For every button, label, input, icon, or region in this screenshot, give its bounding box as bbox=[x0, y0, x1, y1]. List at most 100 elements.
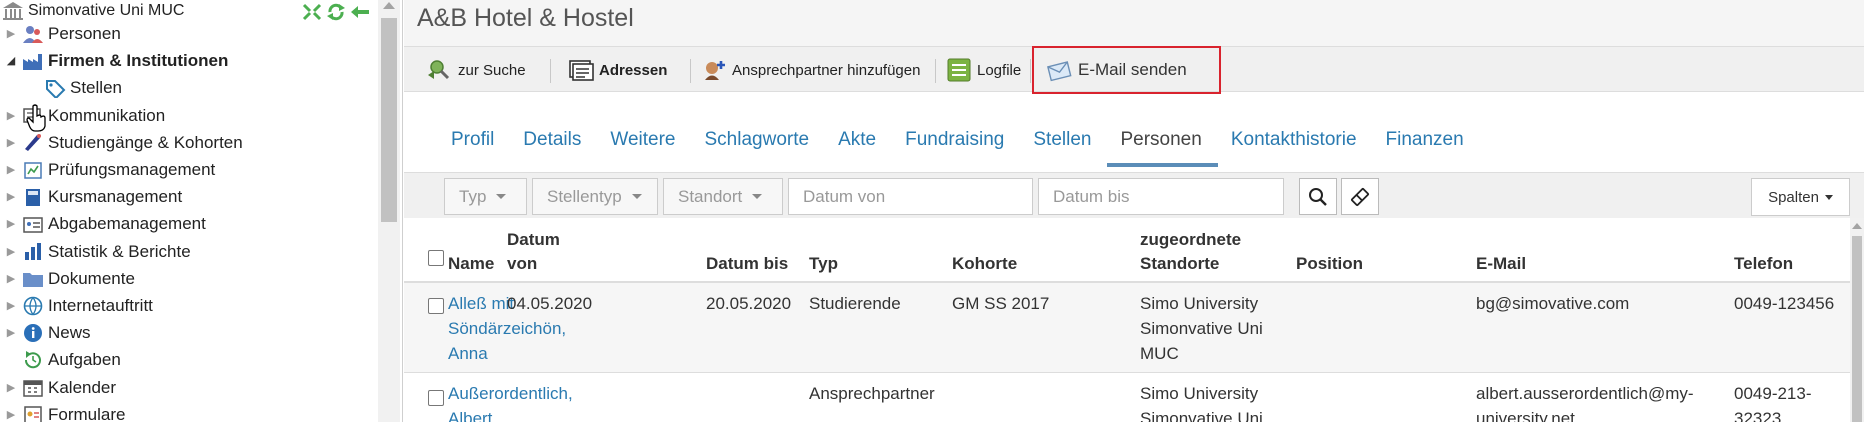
table-row[interactable]: Außerordentlich, Albert Ansprechpartner … bbox=[404, 373, 1850, 422]
scroll-up-arrow-icon[interactable] bbox=[1852, 223, 1862, 229]
hand-cursor-icon bbox=[26, 104, 46, 132]
row-checkbox[interactable] bbox=[428, 390, 444, 406]
tab-kontakthistorie[interactable]: Kontakthistorie bbox=[1218, 125, 1373, 165]
header-typ[interactable]: Typ bbox=[809, 252, 838, 276]
tab-profil[interactable]: Profil bbox=[438, 125, 510, 165]
collapsed-triangle-icon[interactable]: ▶ bbox=[0, 102, 22, 129]
collapsed-triangle-icon[interactable]: ▶ bbox=[0, 210, 22, 237]
typ-filter-select[interactable]: Typ bbox=[444, 178, 527, 215]
tab-weitere[interactable]: Weitere bbox=[597, 125, 691, 165]
form-icon bbox=[24, 406, 42, 422]
collapsed-triangle-icon[interactable]: ▶ bbox=[0, 129, 22, 156]
table-scrollbar-thumb[interactable] bbox=[1852, 236, 1862, 422]
sidebar-item-kalender[interactable]: ▶ Kalender bbox=[0, 374, 116, 401]
scroll-up-arrow-icon[interactable] bbox=[383, 2, 395, 9]
refresh-icon[interactable] bbox=[326, 3, 346, 21]
standort-line: Simonvative Uni bbox=[1140, 319, 1263, 338]
tree-root[interactable]: Simonvative Uni MUC bbox=[0, 0, 184, 22]
tab-finanzen[interactable]: Finanzen bbox=[1373, 125, 1480, 165]
row-checkbox[interactable] bbox=[428, 298, 444, 314]
sidebar-item-internetauftritt[interactable]: ▶ Internetauftritt bbox=[0, 292, 153, 319]
send-email-button[interactable]: E-Mail senden bbox=[1046, 55, 1187, 85]
telefon-line: 32323 bbox=[1734, 409, 1782, 422]
header-standorte[interactable]: zugeordnete Standorte bbox=[1140, 228, 1241, 276]
cell-datum-bis: 20.05.2020 bbox=[706, 294, 792, 313]
datum-von-input[interactable] bbox=[788, 178, 1033, 215]
sidebar-item-studiengänge-kohorten[interactable]: ▶ Studiengänge & Kohorten bbox=[0, 129, 243, 156]
standort-filter-select[interactable]: Standort bbox=[663, 178, 783, 215]
sidebar-item-label: Statistik & Berichte bbox=[48, 241, 191, 261]
sidebar-item-aufgaben[interactable]: Aufgaben bbox=[0, 346, 121, 373]
sidebar-item-label: Prüfungsmanagement bbox=[48, 160, 216, 179]
sidebar-item-personen[interactable]: ▶ Personen bbox=[0, 20, 121, 47]
cell-datum-von: 04.05.2020 bbox=[507, 294, 593, 313]
navigation-sidebar: Simonvative Uni MUC ▶ Personen ◢ Firmen & I… bbox=[0, 0, 403, 422]
search-filter-button[interactable] bbox=[1299, 178, 1337, 215]
clear-filter-button[interactable] bbox=[1341, 178, 1379, 215]
sidebar-item-formulare[interactable]: ▶ Formulare bbox=[0, 401, 125, 422]
collapse-all-icon[interactable] bbox=[302, 3, 322, 21]
cell-typ: Studierende bbox=[809, 294, 901, 313]
standort-line: MUC bbox=[1140, 344, 1179, 363]
sidebar-item-news[interactable]: ▶ News bbox=[0, 319, 91, 346]
addresses-button[interactable]: Adressen bbox=[567, 55, 667, 85]
person-name-link[interactable]: Außerordentlich, Albert bbox=[448, 381, 573, 422]
header-datum-von[interactable]: Datum von bbox=[507, 228, 560, 276]
tab-akte[interactable]: Akte bbox=[825, 125, 892, 165]
sidebar-item-abgabemanagement[interactable]: ▶ Abgabemanagement bbox=[0, 210, 206, 237]
sidebar-item-kommunikation[interactable]: ▶ Kommunikation bbox=[0, 102, 165, 129]
collapsed-triangle-icon[interactable]: ▶ bbox=[0, 292, 22, 319]
add-contact-button[interactable]: Ansprechpartner hinzufügen bbox=[700, 55, 920, 85]
tab-fundraising[interactable]: Fundraising bbox=[892, 125, 1020, 165]
standort-line: Simonvative Uni bbox=[1140, 409, 1263, 422]
tab-schlagworte[interactable]: Schlagworte bbox=[692, 125, 826, 165]
table-row[interactable]: Alleß mit Söndärzeichön, Anna 04.05.2020… bbox=[404, 283, 1850, 373]
standort-line: Simo University bbox=[1140, 294, 1259, 313]
collapsed-triangle-icon[interactable]: ▶ bbox=[0, 156, 22, 183]
expanded-triangle-icon[interactable]: ◢ bbox=[0, 47, 22, 74]
collapsed-triangle-icon[interactable]: ▶ bbox=[0, 401, 22, 422]
header-email[interactable]: E-Mail bbox=[1476, 252, 1526, 276]
datum-bis-input[interactable] bbox=[1038, 178, 1284, 215]
header-name[interactable]: Name bbox=[448, 252, 494, 276]
header-position[interactable]: Position bbox=[1296, 252, 1363, 276]
page-title: A&B Hotel & Hostel bbox=[417, 4, 634, 32]
header-telefon[interactable]: Telefon bbox=[1734, 252, 1793, 276]
select-all-checkbox[interactable] bbox=[428, 250, 444, 266]
sidebar-item-firmen-institutionen[interactable]: ◢ Firmen & Institutionen bbox=[0, 47, 229, 74]
sidebar-item-statistik-berichte[interactable]: ▶ Statistik & Berichte bbox=[0, 238, 191, 265]
tab-details[interactable]: Details bbox=[510, 125, 597, 165]
collapsed-triangle-icon[interactable]: ▶ bbox=[0, 238, 22, 265]
columns-button-label: Spalten bbox=[1768, 188, 1819, 206]
collapsed-triangle-icon[interactable]: ▶ bbox=[0, 319, 22, 346]
sidebar-item-label: Kommunikation bbox=[48, 105, 166, 125]
chart-icon bbox=[25, 243, 41, 261]
typ-filter-label: Typ bbox=[459, 186, 487, 206]
columns-button[interactable]: Spalten bbox=[1751, 178, 1850, 216]
stellentyp-filter-select[interactable]: Stellentyp bbox=[532, 178, 658, 215]
collapsed-triangle-icon[interactable]: ▶ bbox=[0, 265, 22, 292]
toolbar-separator bbox=[690, 59, 691, 83]
persons-table: Name Datum von Datum bis Typ Kohorte zug… bbox=[404, 218, 1850, 422]
sidebar-item-stellen[interactable]: Stellen bbox=[28, 74, 122, 101]
logfile-button[interactable]: Logfile bbox=[945, 55, 1021, 85]
collapsed-triangle-icon[interactable]: ▶ bbox=[0, 374, 22, 401]
header-kohorte[interactable]: Kohorte bbox=[952, 252, 1017, 276]
search-button[interactable]: zur Suche bbox=[426, 55, 526, 85]
sidebar-item-kursmanagement[interactable]: ▶ Kursmanagement bbox=[0, 183, 182, 210]
graduation-icon bbox=[25, 134, 41, 152]
sidebar-item-dokumente[interactable]: ▶ Dokumente bbox=[0, 265, 135, 292]
title-bar: A&B Hotel & Hostel bbox=[404, 0, 1864, 46]
collapsed-triangle-icon[interactable]: ▶ bbox=[0, 20, 22, 47]
collapsed-triangle-icon[interactable]: ▶ bbox=[0, 183, 22, 210]
tab-stellen[interactable]: Stellen bbox=[1020, 125, 1107, 165]
sidebar-scrollbar-thumb[interactable] bbox=[381, 18, 397, 222]
header-datum-bis[interactable]: Datum bis bbox=[706, 252, 788, 276]
sidebar-scrollbar[interactable] bbox=[378, 0, 400, 422]
logfile-button-label: Logfile bbox=[977, 61, 1022, 79]
tab-personen[interactable]: Personen bbox=[1107, 125, 1219, 167]
back-arrow-icon[interactable] bbox=[350, 3, 370, 21]
sidebar-item-prüfungsmanagement[interactable]: ▶ Prüfungsmanagement bbox=[0, 156, 216, 183]
table-scrollbar[interactable] bbox=[1850, 218, 1864, 422]
person-name-line: Albert bbox=[448, 409, 493, 422]
